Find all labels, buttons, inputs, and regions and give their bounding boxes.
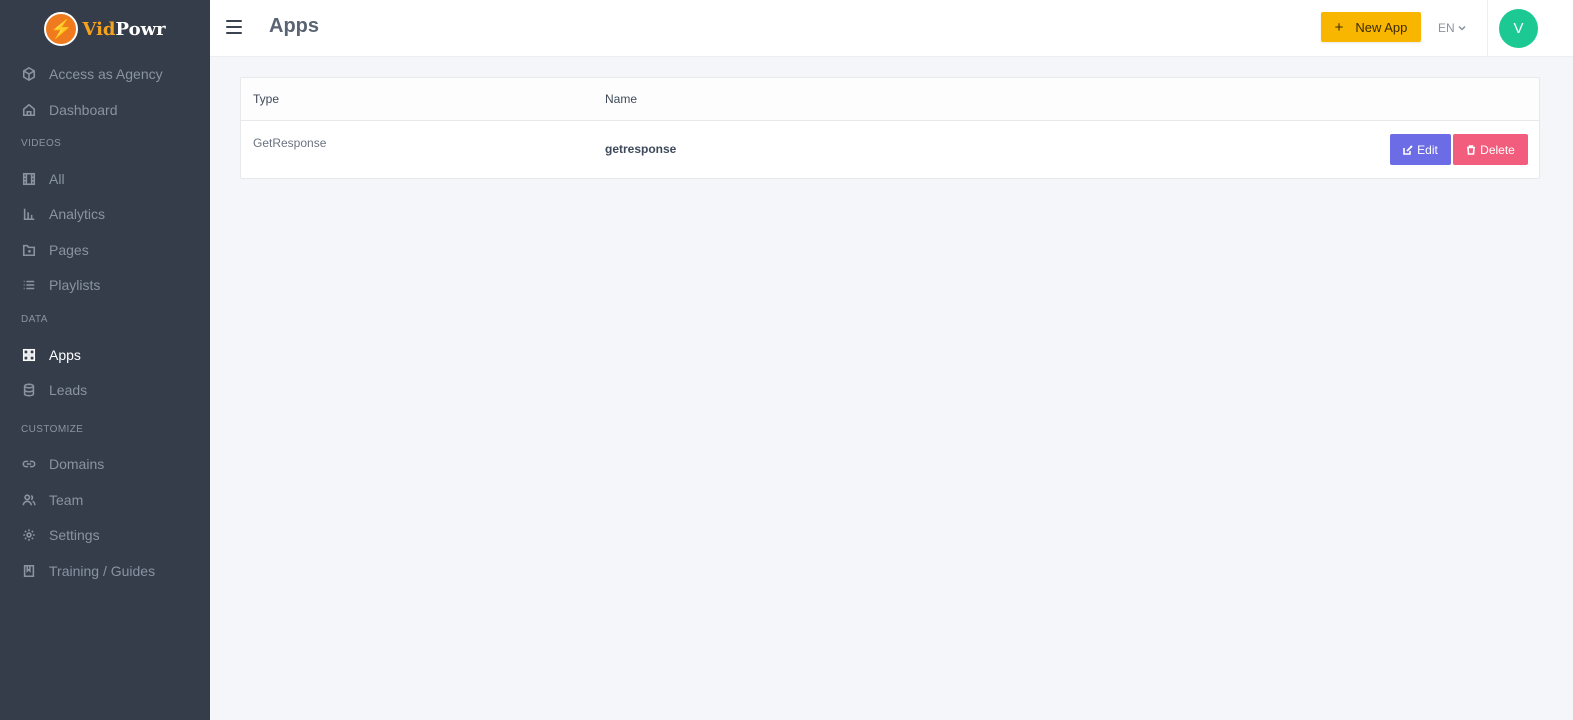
- home-icon: [22, 103, 36, 117]
- brand-logo[interactable]: ⚡ VidPowr: [0, 0, 210, 58]
- trash-icon: [1467, 144, 1476, 155]
- sidebar-item-label: Domains: [49, 456, 105, 472]
- header-divider: [1487, 0, 1488, 57]
- sidebar-item-access-as-agency[interactable]: Access as Agency: [0, 56, 210, 92]
- new-app-label: New App: [1355, 19, 1408, 35]
- cell-name: getresponse: [605, 142, 677, 156]
- user-avatar[interactable]: V: [1499, 9, 1538, 48]
- brand-name: VidPowr: [82, 18, 166, 40]
- top-bar: Apps + New App EN V: [210, 0, 1573, 57]
- plus-icon: +: [1334, 18, 1344, 36]
- column-header-type: Type: [253, 92, 280, 106]
- link-icon: [22, 457, 36, 471]
- sidebar-item-label: Apps: [49, 347, 81, 363]
- users-icon: [22, 493, 36, 507]
- sidebar-item-label: Leads: [49, 382, 88, 398]
- section-label-data: DATA: [21, 314, 48, 325]
- sidebar-item-pages[interactable]: Pages: [0, 232, 210, 268]
- new-app-button[interactable]: + New App: [1321, 12, 1421, 42]
- sidebar-item-label: Settings: [49, 527, 100, 543]
- sidebar-item-label: Dashboard: [49, 102, 118, 118]
- sidebar-item-playlists[interactable]: Playlists: [0, 267, 210, 303]
- sidebar-item-apps[interactable]: Apps: [0, 337, 210, 373]
- database-icon: [22, 383, 36, 397]
- sidebar-item-settings[interactable]: Settings: [0, 517, 210, 553]
- delete-button[interactable]: Delete: [1453, 134, 1528, 165]
- delete-label: Delete: [1480, 142, 1515, 157]
- sidebar-item-label: Training / Guides: [49, 563, 156, 579]
- bar-chart-icon: [22, 207, 36, 221]
- page-title: Apps: [269, 15, 319, 37]
- grid-icon: [22, 348, 36, 362]
- sidebar-item-label: Analytics: [49, 206, 106, 222]
- sidebar-item-analytics[interactable]: Analytics: [0, 196, 210, 232]
- table-header: Type Name: [241, 78, 1539, 121]
- lightning-icon: ⚡: [44, 12, 79, 46]
- menu-toggle-icon[interactable]: [226, 20, 242, 34]
- edit-icon: [1403, 144, 1413, 155]
- sidebar-item-leads[interactable]: Leads: [0, 372, 210, 408]
- sidebar: ⚡ VidPowr Access as Agency Dashboard VID…: [0, 0, 210, 720]
- section-label-customize: CUSTOMIZE: [21, 424, 84, 435]
- cube-icon: [22, 67, 36, 81]
- sidebar-item-label: Pages: [49, 242, 89, 258]
- cell-type: GetResponse: [253, 136, 327, 150]
- section-label-videos: VIDEOS: [21, 138, 62, 149]
- column-header-name: Name: [605, 92, 638, 106]
- chevron-down-icon: [1458, 25, 1466, 31]
- sidebar-item-domains[interactable]: Domains: [0, 446, 210, 482]
- edit-button[interactable]: Edit: [1390, 134, 1451, 165]
- sidebar-item-training-guides[interactable]: Training / Guides: [0, 553, 210, 589]
- film-icon: [22, 172, 36, 186]
- sidebar-item-label: Playlists: [49, 277, 101, 293]
- sidebar-item-team[interactable]: Team: [0, 482, 210, 518]
- language-selector[interactable]: EN: [1438, 21, 1466, 35]
- language-label: EN: [1438, 21, 1455, 35]
- edit-label: Edit: [1417, 142, 1438, 157]
- sidebar-item-label: Team: [49, 492, 84, 508]
- gear-icon: [22, 528, 36, 542]
- folder-icon: [22, 243, 36, 257]
- list-icon: [22, 278, 36, 292]
- sidebar-item-all[interactable]: All: [0, 161, 210, 197]
- apps-table: Type Name GetResponse getresponse Edit D…: [240, 77, 1540, 179]
- sidebar-item-dashboard[interactable]: Dashboard: [0, 92, 210, 128]
- sidebar-item-label: Access as Agency: [49, 66, 163, 82]
- sidebar-item-label: All: [49, 171, 65, 187]
- book-icon: [22, 564, 36, 578]
